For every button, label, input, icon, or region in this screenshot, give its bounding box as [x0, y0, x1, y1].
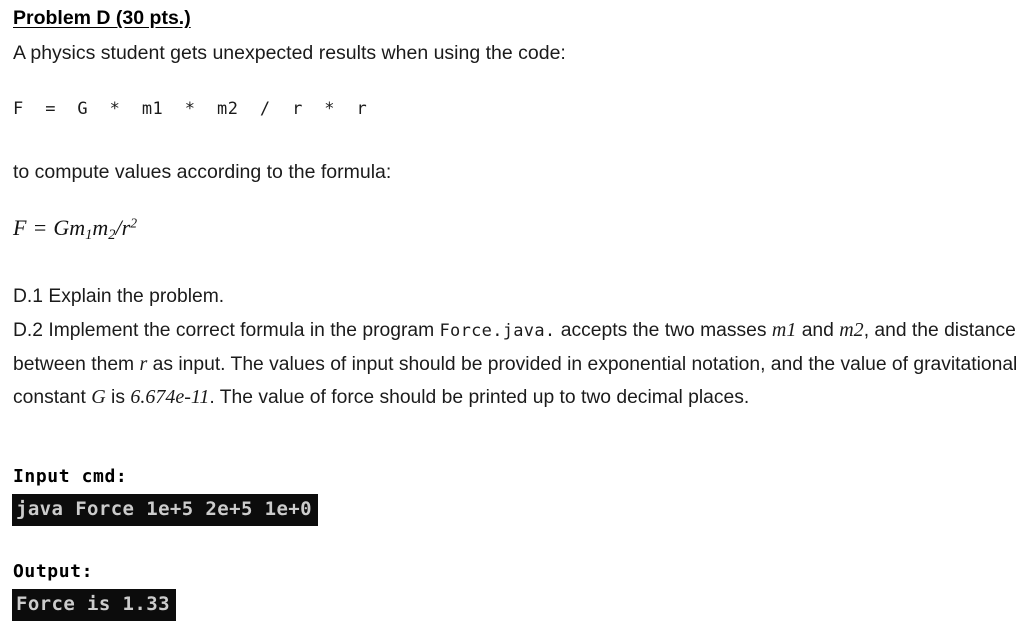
page-title: Problem D (30 pts.)	[13, 7, 191, 29]
formula-equals: =	[32, 215, 48, 240]
task-d2-text-6: is	[105, 387, 131, 409]
formula-subscript-2: 2	[108, 227, 116, 244]
gravitational-constant-value: 6.674e-11	[130, 386, 210, 409]
task-d2-text-1: D.2 Implement the correct formula in the…	[13, 319, 440, 341]
task-d2-text-2: accepts the two masses	[555, 319, 772, 341]
formula-divide-r: /r	[115, 215, 131, 240]
task-d2-text-7: . The value of force should be printed u…	[209, 387, 750, 409]
variable-m2: m2	[839, 318, 864, 341]
buggy-code-line: F = G * m1 * m2 / r * r	[13, 99, 368, 119]
input-command-block: java Force 1e+5 2e+5 1e+0	[12, 494, 318, 526]
intro-paragraph: A physics student gets unexpected result…	[13, 42, 566, 64]
task-list: D.1 Explain the problem. D.2 Implement th…	[13, 281, 1021, 415]
formula-rhs-G: Gm	[53, 215, 86, 240]
output-result-block: Force is 1.33	[12, 589, 176, 621]
task-d1: D.1 Explain the problem.	[13, 286, 225, 307]
output-label: Output:	[13, 561, 94, 582]
document-page: Problem D (30 pts.) A physics student ge…	[0, 0, 1026, 638]
formula-lhs: F	[13, 215, 27, 240]
force-java-filename: Force.java.	[439, 320, 556, 341]
variable-m1: m1	[771, 318, 797, 341]
input-cmd-label: Input cmd:	[13, 466, 128, 487]
formula-rhs-m: m	[92, 215, 109, 240]
variable-G: G	[91, 386, 106, 409]
formula-superscript-2: 2	[130, 215, 138, 231]
task-d2-text-3: and	[796, 319, 840, 341]
formula-lead-paragraph: to compute values according to the formu…	[13, 161, 392, 183]
gravitation-formula: F = Gm1m2/r2	[13, 215, 137, 244]
